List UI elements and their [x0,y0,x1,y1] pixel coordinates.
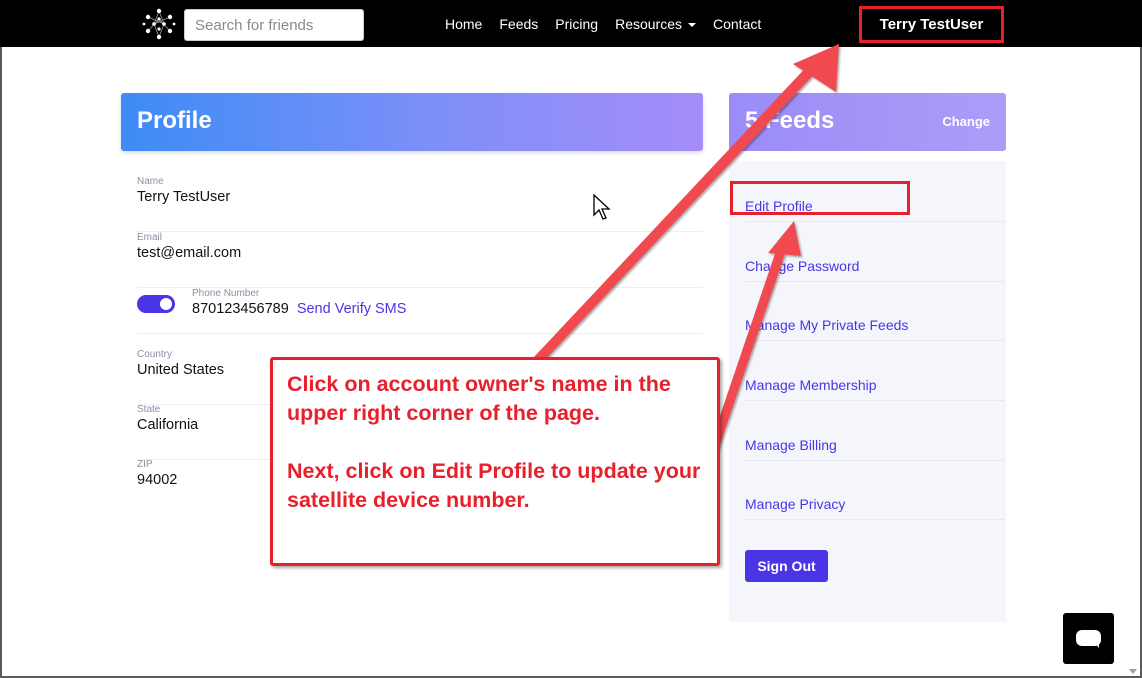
instruction-callout: Click on account owner's name in the upp… [270,357,720,566]
manage-billing-link[interactable]: Manage Billing [745,420,1005,461]
nav-links: Home Feeds Pricing Resources Contact [445,0,778,47]
top-navbar: Home Feeds Pricing Resources Contact Ter… [0,0,1142,47]
nav-contact-link[interactable]: Contact [713,16,761,32]
zip-label: ZIP [137,459,153,470]
cursor-icon [593,194,611,220]
edit-profile-highlight [730,181,910,215]
nav-home-link[interactable]: Home [445,16,482,32]
email-label: Email [137,232,163,243]
change-password-label: Change Password [745,258,860,274]
zip-value: 94002 [137,472,178,488]
phone-toggle[interactable] [137,295,175,313]
sign-out-button[interactable]: Sign Out [745,550,828,582]
feeds-change-link[interactable]: Change [942,114,990,129]
manage-billing-label: Manage Billing [745,437,837,453]
profile-header: Profile [121,93,703,151]
email-field: Email test@email.com [137,232,703,288]
toggle-knob [160,298,172,310]
email-value: test@email.com [137,245,242,261]
name-field: Name Terry TestUser [137,176,703,232]
search-input[interactable] [184,9,364,41]
manage-membership-link[interactable]: Manage Membership [745,360,1005,401]
scrollbar[interactable] [1126,47,1140,676]
state-label: State [137,404,161,415]
instruction-text: Click on account owner's name in the upp… [287,372,701,512]
manage-private-feeds-link[interactable]: Manage My Private Feeds [745,300,1005,341]
scroll-down-icon[interactable] [1129,669,1137,674]
send-verify-sms-link[interactable]: Send Verify SMS [297,301,407,317]
chat-bubble-tail [1090,643,1099,648]
name-value: Terry TestUser [137,189,231,205]
country-value: United States [137,362,225,378]
feeds-title: 5 Feeds [745,107,835,134]
manage-membership-label: Manage Membership [745,377,877,393]
state-value: California [137,417,199,433]
logo-icon[interactable] [142,7,176,41]
nav-pricing-link[interactable]: Pricing [555,16,598,32]
caret-down-icon [688,22,696,27]
manage-privacy-link[interactable]: Manage Privacy [745,479,1005,520]
manage-private-feeds-label: Manage My Private Feeds [745,317,909,333]
phone-row: 870123456789 Send Verify SMS [192,301,406,317]
phone-label: Phone Number [192,288,260,299]
name-label: Name [137,176,164,187]
account-owner-button[interactable]: Terry TestUser [859,6,1004,43]
profile-title: Profile [137,107,212,134]
manage-privacy-label: Manage Privacy [745,496,846,512]
change-password-link[interactable]: Change Password [745,241,1005,282]
nav-resources-label: Resources [615,15,682,32]
phone-value: 870123456789 [192,301,289,317]
chat-button[interactable] [1063,613,1114,664]
country-label: Country [137,349,173,360]
nav-resources-dropdown[interactable]: Resources [615,16,696,32]
nav-feeds-link[interactable]: Feeds [499,16,538,32]
feeds-header: 5 Feeds Change [729,93,1006,151]
phone-field: Phone Number 870123456789 Send Verify SM… [137,288,703,334]
